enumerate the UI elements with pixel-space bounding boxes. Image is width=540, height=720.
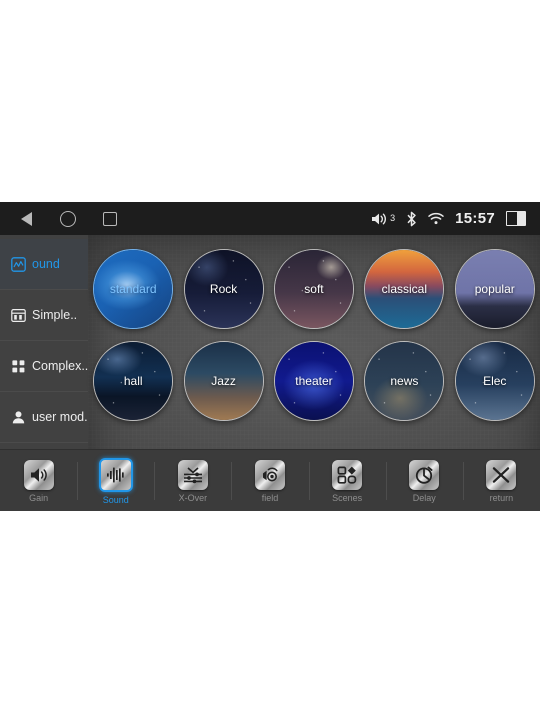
wifi-icon — [428, 212, 444, 225]
preset-label: hall — [123, 374, 143, 388]
volume-level: 3 — [390, 213, 396, 223]
preset-label: news — [390, 374, 419, 388]
waveform-icon — [10, 256, 26, 272]
waveform-icon — [98, 457, 133, 492]
toolbar-item-field[interactable]: field — [231, 450, 308, 511]
sidebar-item-label: Complex... — [32, 359, 88, 373]
toolbar-item-label: X-Over — [178, 492, 208, 503]
toolbar-item-label: Gain — [29, 492, 49, 503]
preset-label: theater — [295, 374, 333, 388]
preset-soft[interactable]: soft — [273, 249, 354, 329]
back-button[interactable] — [18, 211, 34, 227]
device-screen: 3 15:57 ound Simple.. Complex... user mo… — [0, 202, 540, 511]
toolbar-item-label: Sound — [102, 494, 129, 505]
sidebar-item-complex[interactable]: Complex... — [0, 341, 88, 392]
simple-eq-icon — [10, 307, 26, 323]
page-root: 3 15:57 ound Simple.. Complex... user mo… — [0, 0, 540, 720]
battery-empty-part — [507, 212, 517, 225]
crossover-icon — [177, 459, 208, 490]
android-nav-buttons — [18, 210, 118, 227]
toolbar-item-return[interactable]: return — [462, 450, 540, 511]
home-circle-icon — [60, 210, 76, 227]
preset-elec[interactable]: Elec — [454, 341, 535, 421]
toolbar-item-label: field — [261, 492, 279, 503]
home-button[interactable] — [60, 210, 76, 227]
sidebar-item-sound[interactable]: ound — [0, 239, 88, 290]
close-x-icon — [486, 459, 517, 490]
preset-label: soft — [304, 282, 324, 296]
sidebar-item-label: user mod.. — [32, 410, 88, 424]
recents-button[interactable] — [102, 211, 118, 227]
presets-row-2: hall Jazz theater news Elec — [88, 335, 540, 427]
sidebar-item-label: ound — [32, 257, 60, 271]
volume-indicator: 3 — [371, 212, 395, 226]
toolbar-item-label: Scenes — [332, 492, 363, 503]
preset-theater[interactable]: theater — [273, 341, 354, 421]
toolbar-item-x-over[interactable]: X-Over — [154, 450, 231, 511]
speaker-gain-icon — [23, 459, 54, 490]
preset-jazz[interactable]: Jazz — [183, 341, 264, 421]
toolbar-item-label: return — [489, 492, 514, 503]
toolbar-item-gain[interactable]: Gain — [0, 450, 77, 511]
preset-label: Elec — [483, 374, 507, 388]
battery-icon — [506, 211, 526, 226]
preset-label: classical — [381, 282, 428, 296]
preset-rock[interactable]: Rock — [183, 249, 264, 329]
toolbar-item-label: Delay — [412, 492, 436, 503]
preset-label: standard — [109, 282, 157, 296]
back-triangle-icon — [20, 211, 32, 227]
presets-row-1: standard Rock soft classical popular — [88, 243, 540, 335]
speaker-icon — [372, 213, 387, 224]
toolbar-item-sound[interactable]: Sound — [77, 450, 154, 511]
complex-grid-icon — [10, 358, 26, 374]
sidebar-item-user-mode[interactable]: user mod.. — [0, 392, 88, 443]
preset-hall[interactable]: hall — [93, 341, 174, 421]
preset-label: popular — [474, 282, 515, 296]
status-clock: 15:57 — [455, 210, 495, 227]
preset-label: Rock — [209, 282, 238, 296]
bluetooth-icon — [407, 211, 416, 226]
bottom-toolbar: Gain Sound X-Over field Scenes Delay ret… — [0, 449, 540, 511]
sidebar-item-label: Simple.. — [32, 308, 78, 322]
preset-label: Jazz — [211, 374, 236, 388]
user-icon — [10, 409, 26, 425]
sidebar-item-simple[interactable]: Simple.. — [0, 290, 88, 341]
toolbar-item-scenes[interactable]: Scenes — [308, 450, 386, 511]
delay-clock-icon — [409, 459, 440, 490]
scenes-grid-icon — [332, 459, 363, 490]
preset-standard[interactable]: standard — [93, 249, 174, 329]
preset-classical[interactable]: classical — [364, 249, 445, 329]
recents-square-icon — [103, 211, 117, 226]
preset-news[interactable]: news — [364, 341, 445, 421]
battery-fill-part — [516, 212, 525, 225]
sound-field-icon — [254, 459, 285, 490]
status-icons: 3 15:57 — [371, 210, 526, 227]
toolbar-item-delay[interactable]: Delay — [385, 450, 463, 511]
android-status-bar: 3 15:57 — [0, 202, 540, 235]
preset-popular[interactable]: popular — [454, 249, 535, 329]
